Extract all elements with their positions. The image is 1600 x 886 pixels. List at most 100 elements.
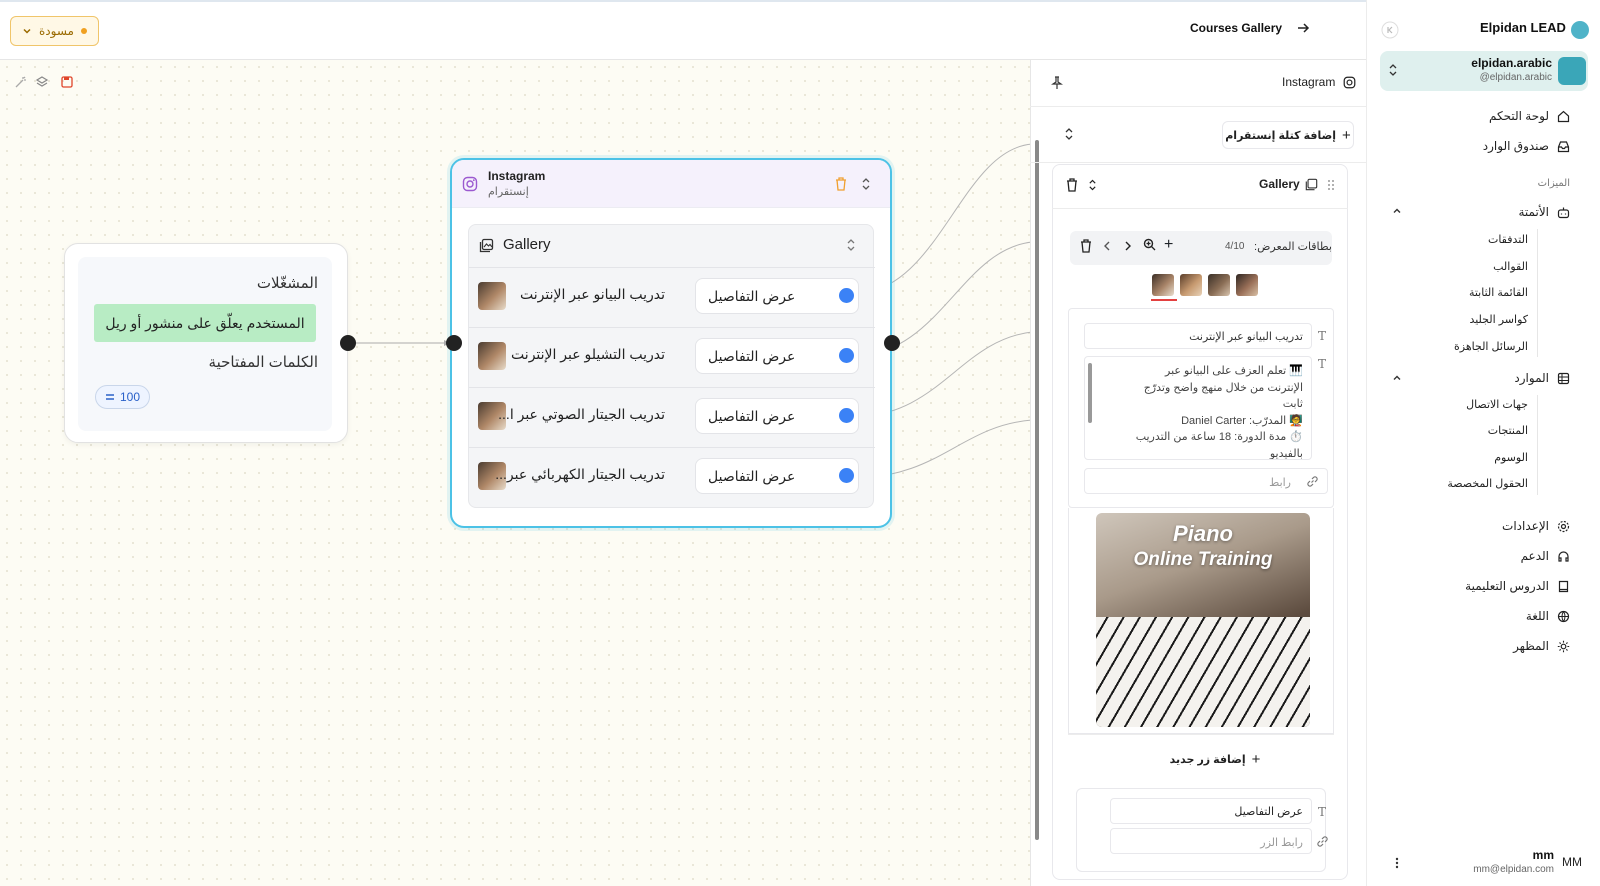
image-subtitle: Online Training [1133,549,1273,570]
card-link-input[interactable]: رابط [1084,468,1328,494]
card-thumbnail[interactable] [1180,274,1202,296]
nav-support[interactable]: الدعم [1521,549,1570,563]
nav-appearance[interactable]: المظهر [1513,639,1570,653]
sidebar-item-products[interactable]: المنتجات [1488,424,1528,437]
book-icon [1557,580,1570,593]
trash-icon[interactable] [834,176,848,192]
desc-line: بالفيديو [1269,447,1303,460]
button-output-handle[interactable] [839,468,854,483]
gallery-block[interactable]: Gallery تدريب البيانو عبر الإنترنت عرض ا… [468,224,875,508]
chevron-left-icon[interactable] [1103,240,1111,252]
add-block-label: إضافة كتلة إنستقرام [1225,129,1336,142]
divider [1052,208,1348,209]
card-description-textarea[interactable]: 🎹 تعلم العزف على البيانو عبر الإنترنت من… [1084,356,1312,460]
sidebar-item-ice-breakers[interactable]: كواسر الجليد [1469,313,1528,326]
sidebar-item-custom-fields[interactable]: الحقول المخصصة [1447,477,1528,490]
sidebar-item-flows[interactable]: التدفقات [1488,233,1528,246]
card-details-button[interactable]: عرض التفاصيل [695,338,859,374]
node-header: Instagram إنستقرام [452,160,890,208]
nav-resources[interactable]: الموارد [1514,371,1570,385]
gallery-row[interactable]: تدريب البيانو عبر الإنترنت عرض التفاصيل [469,267,875,327]
button-label-input[interactable]: عرض التفاصيل [1110,798,1312,824]
button-output-handle[interactable] [839,408,854,423]
button-label-value: عرض التفاصيل [1234,806,1303,818]
expand-collapse-icon[interactable] [861,176,871,192]
home-icon [1557,110,1570,123]
arrow-right-icon[interactable] [1296,21,1310,35]
trigger-title: المشغّلات [256,275,318,292]
more-vertical-icon[interactable] [1395,857,1399,869]
button-output-handle[interactable] [839,348,854,363]
nav-tutorials[interactable]: الدروس التعليمية [1465,579,1570,593]
textarea-scrollbar[interactable] [1088,363,1092,423]
chevron-up-icon[interactable] [1392,373,1402,383]
flow-title: Courses Gallery [1190,21,1283,35]
editor-scrollbar[interactable] [1035,140,1039,840]
user-avatar[interactable]: MM [1562,855,1582,869]
sidebar-item-saved-replies[interactable]: الرسائل الجاهزة [1454,340,1528,353]
user-name: mm [1532,848,1554,862]
block-title: Gallery [1259,177,1300,191]
nav-label: لوحة التحكم [1488,109,1549,123]
nav-label: المظهر [1513,639,1549,653]
desc-line: ثابت [1282,398,1303,410]
keyword-badge[interactable]: 100 [95,385,150,409]
nav-language[interactable]: اللغة [1526,609,1570,623]
sidebar-item-templates[interactable]: القوالب [1493,260,1528,273]
divider [1030,106,1366,107]
button-output-handle[interactable] [839,288,854,303]
nav-label: الإعدادات [1502,519,1549,533]
zoom-icon[interactable] [1143,238,1156,251]
sort-icon[interactable] [1064,127,1074,141]
card-title-input[interactable]: تدريب البيانو عبر الإنترنت [1084,323,1312,349]
node-output-handle[interactable] [884,335,900,351]
chevron-up-down-icon[interactable] [1388,62,1398,78]
chevron-up-icon[interactable] [1392,206,1402,216]
instagram-node[interactable]: Instagram إنستقرام Gallery تدريب البيانو… [450,158,892,528]
cards-label: بطاقات المعرض: [1254,241,1332,253]
card-button-label: عرض التفاصيل [708,407,796,424]
plus-icon[interactable]: + [1164,237,1173,253]
trigger-output-handle[interactable] [340,335,356,351]
sidebar-item-tags[interactable]: الوسوم [1494,451,1528,464]
card-thumbnail[interactable] [1236,274,1258,296]
card-name: تدريب التشيلو عبر الإنترنت [511,346,665,362]
nav-label: الأتمتة [1518,205,1549,219]
keywords-label: الكلمات المفتاحية [208,354,318,371]
sidebar-item-persistent-menu[interactable]: القائمة الثابتة [1469,286,1528,299]
card-image[interactable]: Piano Online Training [1096,513,1310,727]
trash-icon[interactable] [1080,239,1092,253]
node-subtitle: إنستقرام [488,186,529,198]
collapse-sidebar-icon[interactable] [1381,21,1399,39]
card-thumbnail[interactable] [1208,274,1230,296]
add-instagram-block-button[interactable]: + إضافة كتلة إنستقرام [1222,121,1354,149]
trigger-card[interactable]: المشغّلات المستخدم يعلّق على منشور أو ري… [64,243,348,443]
card-details-button[interactable]: عرض التفاصيل [695,458,859,494]
card-details-button[interactable]: عرض التفاصيل [695,278,859,314]
trigger-condition[interactable]: المستخدم يعلّق على منشور أو ريل [94,304,316,342]
add-new-button[interactable]: + إضافة زر جديد [1150,751,1280,768]
chevron-right-icon[interactable] [1124,240,1132,252]
button-link-input[interactable]: رابط الزر [1110,828,1312,854]
nav-dashboard[interactable]: لوحة التحكم [1489,109,1570,123]
gallery-row[interactable]: تدريب الجيتار الصوتي عبر ا... عرض التفاص… [469,387,875,447]
gallery-row[interactable]: تدريب الجيتار الكهربائي عبر... عرض التفا… [469,447,875,507]
button-link-placeholder: رابط الزر [1260,837,1303,849]
pin-icon[interactable] [1051,76,1063,90]
nav-automation[interactable]: الأتمتة [1518,205,1570,219]
gallery-row[interactable]: تدريب التشيلو عبر الإنترنت عرض التفاصيل [469,327,875,387]
trash-icon[interactable] [1066,178,1078,192]
sort-icon[interactable] [846,237,856,253]
account-name: elpidan.arabic [1471,56,1552,70]
nav-inbox[interactable]: صندوق الوارد [1483,139,1570,153]
card-details-button[interactable]: عرض التفاصيل [695,398,859,434]
instagram-icon [1343,76,1356,89]
nav-settings[interactable]: الإعدادات [1502,519,1570,533]
sidebar-item-contacts[interactable]: جهات الاتصال [1466,398,1528,411]
drag-handle-icon[interactable] [1327,179,1335,191]
card-thumbnail-active[interactable] [1152,274,1174,296]
plus-icon: + [1251,751,1261,768]
node-input-handle[interactable] [446,335,462,351]
sort-icon[interactable] [1088,178,1097,192]
text-type-icon: T [1318,357,1327,371]
